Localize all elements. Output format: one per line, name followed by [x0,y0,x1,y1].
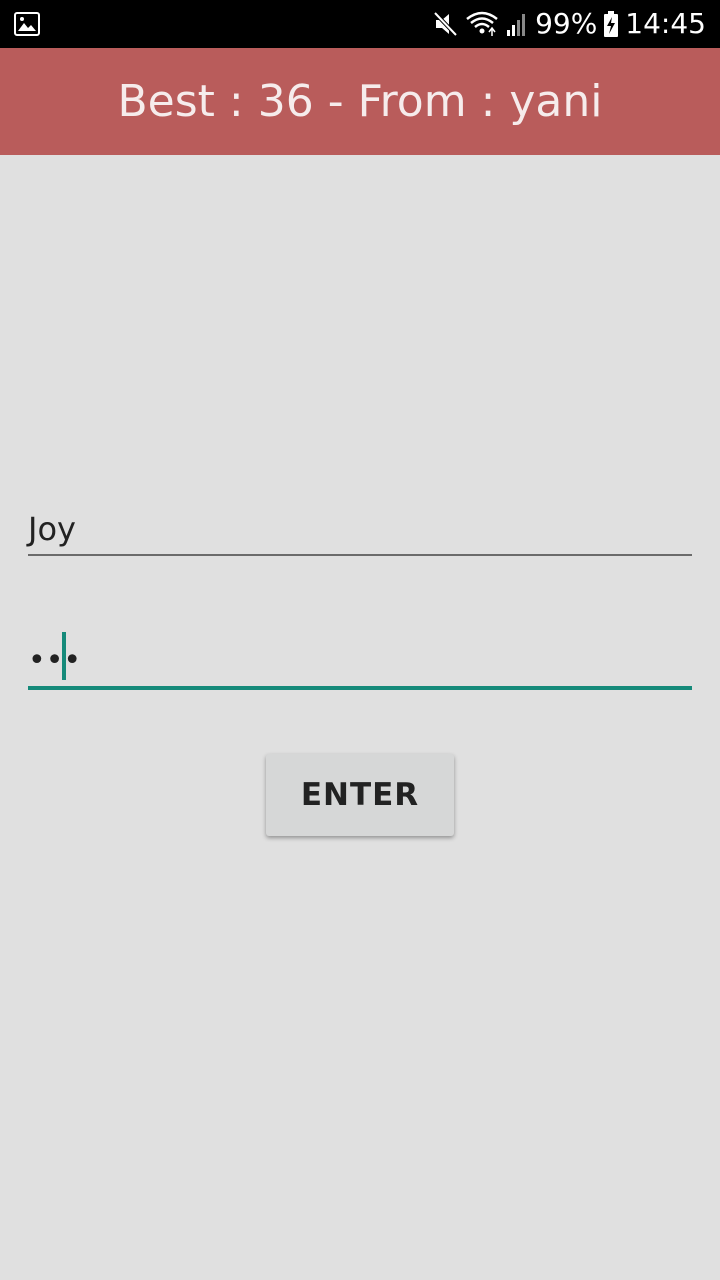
signal-icon [507,14,526,36]
status-icons: 99% 14:45 [433,0,706,48]
status-bar: 99% 14:45 [0,0,720,48]
app-title: Best : 36 - From : yani [117,76,603,127]
enter-button[interactable]: ENTER [266,754,454,836]
password-field[interactable]: ••• [28,628,692,690]
wifi-icon [466,11,498,36]
battery-charging-icon [604,11,619,37]
username-field[interactable]: Joy [28,500,692,556]
mute-icon [433,11,458,37]
username-value: Joy [28,510,76,548]
gallery-icon [14,12,40,36]
app-bar: Best : 36 - From : yani [0,48,720,155]
battery-percent: 99% [535,7,598,40]
text-cursor [62,632,66,680]
password-value: ••• [28,643,82,678]
clock: 14:45 [625,7,706,40]
